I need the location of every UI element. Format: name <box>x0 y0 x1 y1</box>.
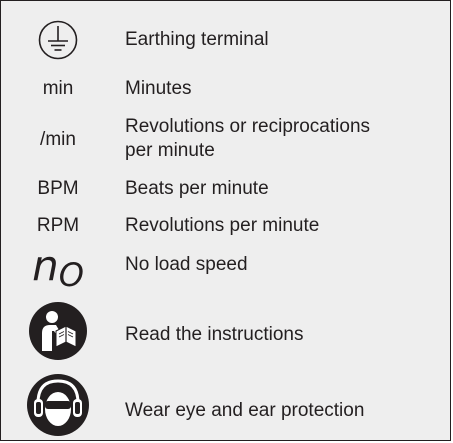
legend-row-minutes: min Minutes <box>1 77 450 101</box>
legend-label: Minutes <box>125 78 192 99</box>
legend-label: No load speed <box>125 254 248 275</box>
legend-symbol: BPM <box>37 178 79 199</box>
legend-symbol: /min <box>40 129 76 150</box>
legend-label: Revolutions per minute <box>125 215 320 236</box>
legend-label: Read the instructions <box>125 324 304 345</box>
read-instructions-icon <box>1 301 115 361</box>
no-load-speed-symbol-sub: O <box>58 256 84 294</box>
no-load-speed-symbol-main: n <box>32 241 59 290</box>
legend-row-bpm: BPM Beats per minute <box>1 177 450 201</box>
legend-label: Wear eye and ear protection <box>125 400 365 421</box>
no-load-speed-symbol: nO <box>1 245 115 296</box>
legend-symbol: min <box>42 78 74 99</box>
symbol-legend-panel: Earthing terminal min Minutes /min Revol… <box>0 0 451 441</box>
legend-row-no-load-speed: nO No load speed <box>1 245 450 295</box>
legend-label-line2: per minute <box>125 140 215 161</box>
eye-ear-protection-icon <box>1 373 115 439</box>
earthing-terminal-icon <box>1 19 115 61</box>
legend-row-read-instructions: Read the instructions <box>1 301 450 363</box>
legend-symbol: RPM <box>36 215 80 236</box>
legend-row-eye-ear-protection: Wear eye and ear protection <box>1 373 450 439</box>
legend-row-per-minute: /min Revolutions or reciprocations per m… <box>1 115 450 165</box>
legend-row-earthing: Earthing terminal <box>1 19 450 61</box>
legend-label: Earthing terminal <box>125 29 269 50</box>
legend-row-rpm: RPM Revolutions per minute <box>1 214 450 238</box>
legend-label-line1: Revolutions or reciprocations <box>125 116 371 137</box>
legend-label: Beats per minute <box>125 178 269 199</box>
